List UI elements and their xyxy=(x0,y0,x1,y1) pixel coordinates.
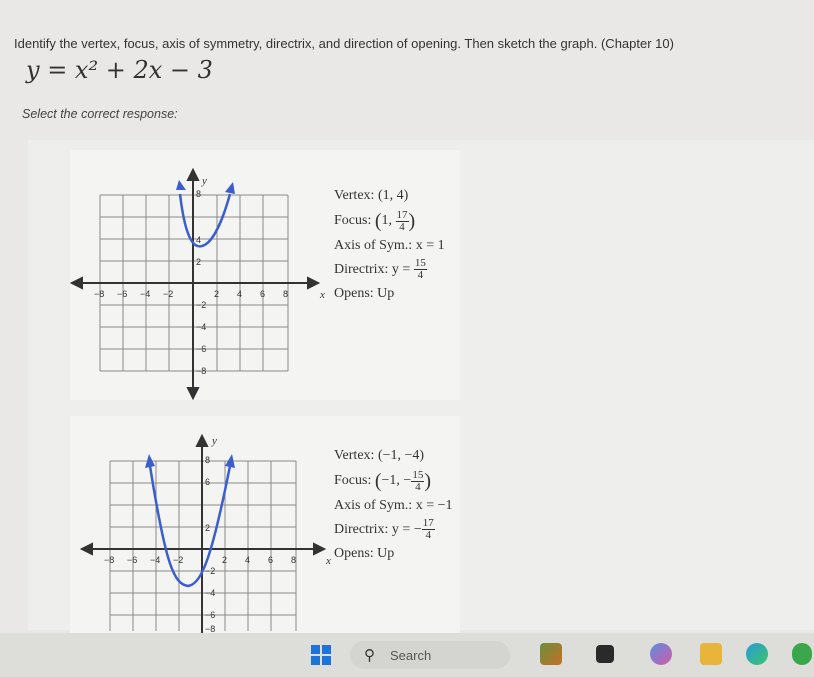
directrix-line: Directrix: y = −17 4 xyxy=(334,517,435,542)
x-axis-label: x xyxy=(325,555,331,567)
search-label: Search xyxy=(390,648,432,663)
curve-arrow-left xyxy=(176,180,186,190)
response-prompt: Select the correct response: xyxy=(22,107,178,121)
y-axis-label: y xyxy=(201,175,207,187)
x-tick: 8 xyxy=(283,289,288,299)
answer-option-1[interactable]: y x −8 −6 −4 −2 2 4 6 8 8 4 2 −2 −4 −6 −… xyxy=(70,150,460,400)
search-icon: ⚲ xyxy=(364,647,375,664)
x-tick: −4 xyxy=(150,555,160,565)
x-tick: 2 xyxy=(214,289,219,299)
folder-icon[interactable] xyxy=(700,643,722,665)
x-tick: 6 xyxy=(260,289,265,299)
opens-line: Opens: Up xyxy=(334,546,395,561)
app-icon[interactable] xyxy=(792,643,812,665)
answer-info-1: Vertex: (1, 4) Focus: (1, 17 4) Axis of S… xyxy=(334,186,445,304)
x-tick: 4 xyxy=(245,555,250,565)
x-tick: −8 xyxy=(104,555,114,565)
y-tick: 8 xyxy=(196,189,201,199)
edge-browser-icon[interactable] xyxy=(746,643,768,665)
y-tick: −4 xyxy=(196,322,206,332)
opens-line: Opens: Up xyxy=(334,286,395,301)
windows-start-icon[interactable] xyxy=(311,645,331,665)
file-explorer-icon[interactable] xyxy=(596,645,614,663)
axes xyxy=(70,167,321,400)
y-tick: −4 xyxy=(205,588,215,598)
y-axis-label: y xyxy=(211,435,217,447)
axis-line: Axis of Sym.: x = 1 xyxy=(334,238,445,253)
taskbar-search[interactable]: ⚲ Search xyxy=(350,641,510,669)
answer-choices: y x −8 −6 −4 −2 2 4 6 8 8 4 2 −2 −4 −6 −… xyxy=(28,140,814,636)
x-tick: 2 xyxy=(222,555,227,565)
question-text: Identify the vertex, focus, axis of symm… xyxy=(14,36,674,51)
x-axis-label: x xyxy=(319,289,325,301)
taskbar: ⚲ Search xyxy=(0,633,814,677)
x-tick: −2 xyxy=(163,289,173,299)
y-tick: 2 xyxy=(205,523,210,533)
vertex-line: Vertex: (−1, −4) xyxy=(334,448,425,463)
x-tick: −8 xyxy=(94,289,104,299)
focus-line: Focus: (−1, −15 4) xyxy=(334,468,431,493)
axes xyxy=(79,433,327,634)
x-tick: 6 xyxy=(268,555,273,565)
directrix-line: Directrix: y = 15 4 xyxy=(334,257,427,282)
x-tick: 8 xyxy=(291,555,296,565)
y-tick: −8 xyxy=(196,366,206,376)
answer-option-2[interactable]: y x −8 −6 −4 −2 2 4 6 8 8 6 2 −2 −4 −6 −… xyxy=(70,416,460,636)
y-tick: 6 xyxy=(205,477,210,487)
graph-option-1: y x −8 −6 −4 −2 2 4 6 8 8 4 2 −2 −4 −6 −… xyxy=(70,167,325,400)
parabola-curve xyxy=(148,465,232,588)
focus-line: Focus: (1, 17 4) xyxy=(334,208,416,233)
y-tick: −2 xyxy=(196,300,206,310)
curve-arrow-right xyxy=(225,182,235,194)
x-tick: −6 xyxy=(117,289,127,299)
answer-info-2: Vertex: (−1, −4) Focus: (−1, −15 4) Axis … xyxy=(334,446,452,564)
copilot-icon[interactable] xyxy=(650,643,672,665)
x-tick: 4 xyxy=(237,289,242,299)
graph-option-2: y x −8 −6 −4 −2 2 4 6 8 8 6 2 −2 −4 −6 −… xyxy=(79,433,331,634)
x-tick: −6 xyxy=(127,555,137,565)
equation: y = x² + 2x − 3 xyxy=(26,56,213,84)
x-tick: −4 xyxy=(140,289,150,299)
y-tick: −6 xyxy=(205,610,215,620)
widget-icon[interactable] xyxy=(540,643,562,665)
y-tick: −6 xyxy=(196,344,206,354)
y-tick: 4 xyxy=(196,235,201,245)
y-tick: 2 xyxy=(196,257,201,267)
axis-line: Axis of Sym.: x = −1 xyxy=(334,498,453,513)
y-tick: −2 xyxy=(205,566,215,576)
x-tick: −2 xyxy=(173,555,183,565)
vertex-line: Vertex: (1, 4) xyxy=(334,188,409,203)
y-tick: 8 xyxy=(205,455,210,465)
